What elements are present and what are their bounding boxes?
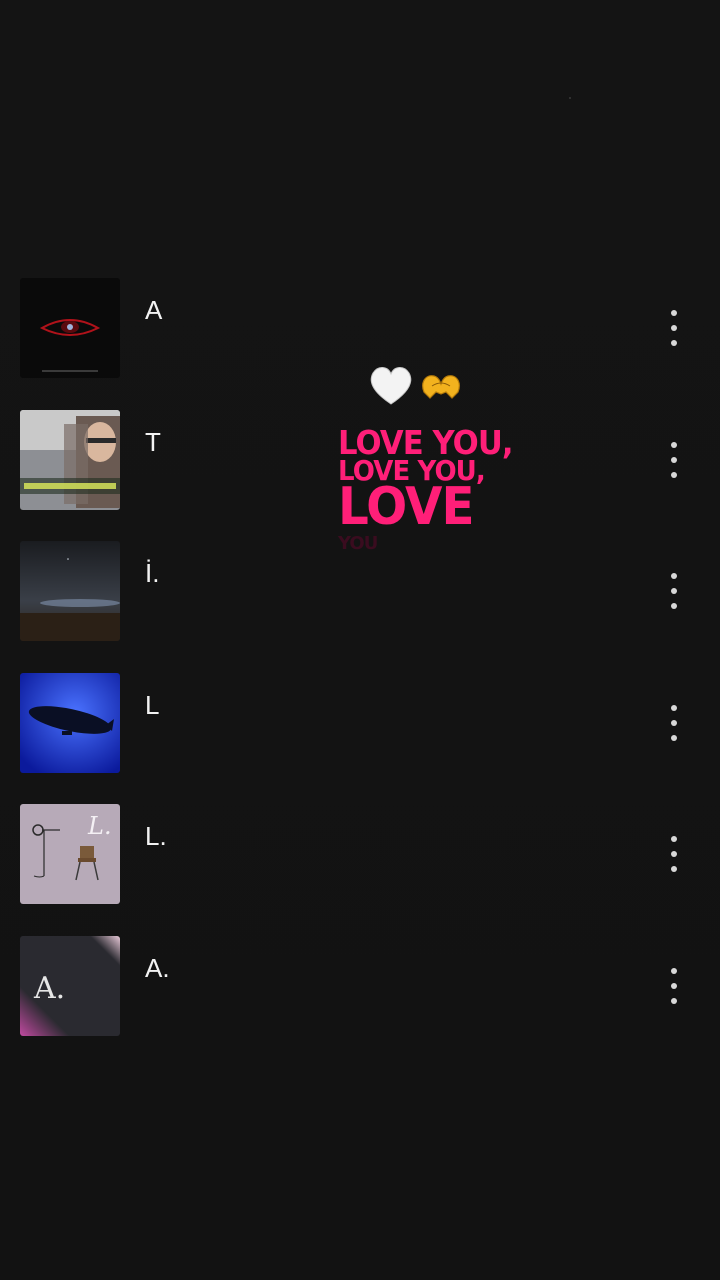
track-row[interactable]: L. L.: [0, 804, 720, 936]
love-line-ghost: YOU: [338, 533, 378, 554]
dot-icon: [671, 340, 677, 346]
dot-icon: [671, 588, 677, 594]
cover-letter-text: A.: [33, 971, 65, 1006]
dot-icon: [671, 325, 677, 331]
more-options-button[interactable]: [656, 699, 692, 747]
love-you-sticker[interactable]: LOVE YOU, LOVE YOU, LOVE YOU: [336, 362, 536, 562]
album-art-portrait: [20, 409, 120, 510]
more-options-button[interactable]: [656, 567, 692, 615]
more-options-button[interactable]: [656, 436, 692, 484]
emoji-row: [370, 367, 460, 405]
album-art-letter-a: A.: [20, 935, 120, 1036]
album-art-night-sky: [20, 541, 120, 641]
track-title: L.: [145, 821, 167, 851]
love-line: LOVE: [338, 477, 475, 537]
dot-icon: [671, 967, 677, 974]
track-row[interactable]: A. A.: [0, 935, 720, 1068]
dot-icon: [671, 836, 677, 842]
track-title: T: [145, 426, 161, 457]
track-title: L: [145, 689, 160, 720]
dot-icon: [671, 310, 677, 316]
dot-icon: [671, 471, 677, 478]
dot-icon: [671, 851, 677, 857]
white-heart-icon: [370, 367, 412, 405]
dot-icon: [671, 997, 677, 1004]
dot-icon: [671, 866, 677, 872]
status-dot: [569, 97, 571, 99]
dot-icon: [671, 704, 677, 711]
screen: A T İ. L L. L. A. A. LOVE YOU, LOVE YOU,…: [0, 0, 720, 1280]
track-row[interactable]: L: [0, 672, 720, 805]
album-art-red-eye: [20, 278, 120, 378]
dot-icon: [671, 734, 677, 741]
love-you-text: LOVE YOU, LOVE YOU, LOVE YOU: [338, 426, 526, 553]
track-title: A: [145, 295, 163, 325]
dot-icon: [671, 603, 677, 609]
dot-icon: [671, 573, 677, 579]
album-art-blue-zeppelin: [20, 672, 120, 773]
cover-logo-text: L.: [87, 812, 112, 840]
track-title: İ.: [145, 558, 160, 588]
more-options-button[interactable]: [656, 830, 692, 878]
track-title: A.: [145, 952, 170, 983]
heart-hands-icon: [422, 375, 460, 399]
more-options-button[interactable]: [656, 304, 692, 352]
more-options-button[interactable]: [656, 962, 692, 1010]
dot-icon: [671, 441, 677, 448]
album-art-mic-chair: L.: [20, 804, 120, 904]
dot-icon: [671, 456, 677, 463]
dot-icon: [671, 982, 677, 989]
dot-icon: [671, 719, 677, 726]
